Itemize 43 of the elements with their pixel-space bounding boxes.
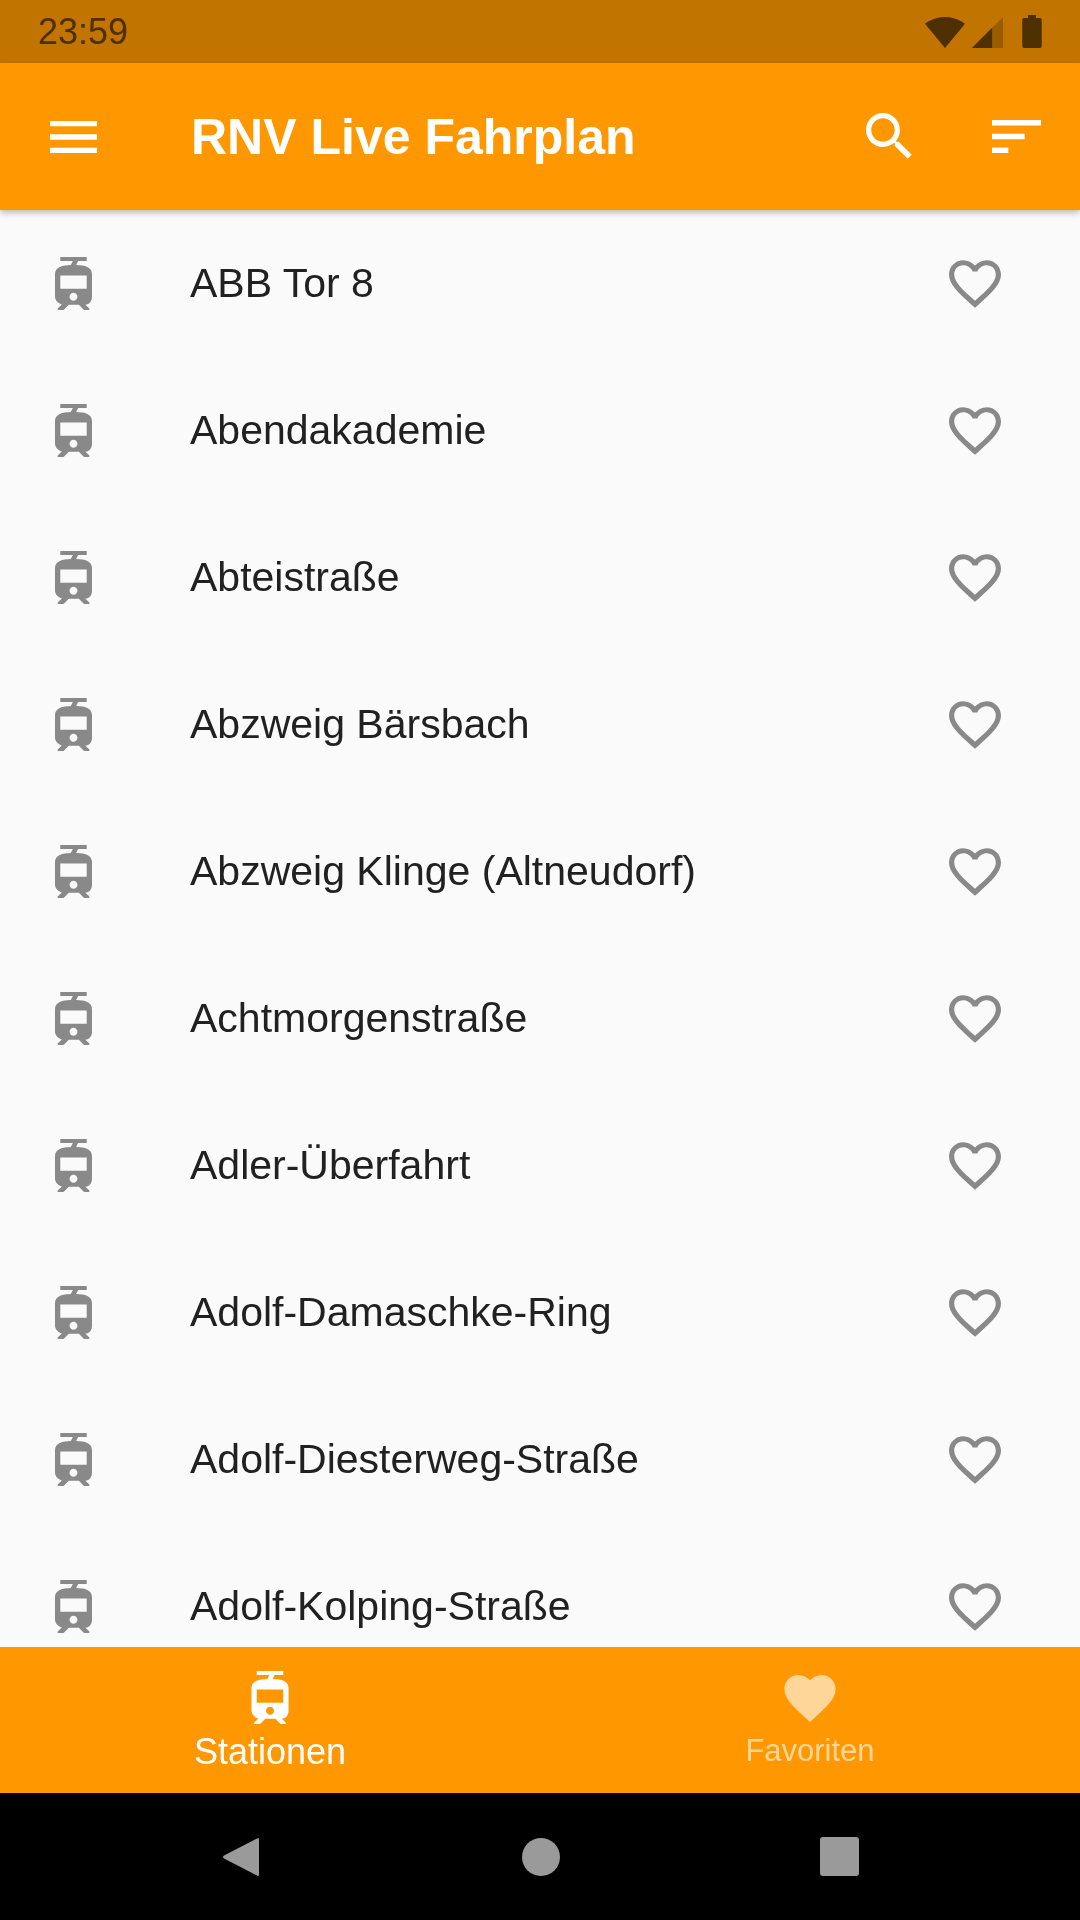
menu-icon[interactable] — [50, 120, 97, 153]
heart-outline-icon[interactable] — [949, 1288, 1001, 1337]
wifi-icon — [925, 16, 965, 48]
search-icon[interactable] — [866, 113, 913, 160]
station-name[interactable]: Adolf-Diesterweg-Straße — [190, 1436, 949, 1483]
tram-icon — [55, 404, 92, 457]
tram-icon — [55, 992, 92, 1045]
station-name[interactable]: Achtmorgenstraße — [190, 995, 949, 1042]
back-icon[interactable] — [221, 1835, 259, 1878]
station-name[interactable]: Adolf-Damaschke-Ring — [190, 1289, 949, 1336]
tram-icon — [55, 551, 92, 604]
tram-icon — [55, 1286, 92, 1339]
station-name[interactable]: Adolf-Kolping-Straße — [190, 1583, 949, 1630]
station-name[interactable]: ABB Tor 8 — [190, 260, 949, 307]
home-icon[interactable] — [521, 1837, 560, 1876]
heart-icon — [783, 1675, 837, 1722]
status-time: 23:59 — [38, 13, 129, 50]
signal-icon — [972, 16, 1003, 48]
heart-outline-icon[interactable] — [949, 994, 1001, 1043]
tram-icon — [55, 845, 92, 898]
station-name[interactable]: Abendakademie — [190, 407, 949, 454]
recents-icon[interactable] — [819, 1837, 859, 1876]
station-name[interactable]: Abteistraße — [190, 554, 949, 601]
station-name[interactable]: Abzweig Klinge (Altneudorf) — [190, 848, 949, 895]
heart-outline-icon[interactable] — [949, 1582, 1001, 1631]
heart-outline-icon[interactable] — [949, 1141, 1001, 1190]
tram-icon — [55, 1433, 92, 1486]
heart-outline-icon[interactable] — [949, 553, 1001, 602]
heart-outline-icon[interactable] — [949, 259, 1001, 308]
sort-icon[interactable] — [992, 120, 1041, 153]
tram-icon — [55, 1580, 92, 1633]
heart-outline-icon[interactable] — [949, 1435, 1001, 1484]
heart-outline-icon[interactable] — [949, 406, 1001, 455]
station-name[interactable]: Adler-Überfahrt — [190, 1142, 949, 1189]
station-name[interactable]: Abzweig Bärsbach — [190, 701, 949, 748]
heart-outline-icon[interactable] — [949, 700, 1001, 749]
tram-icon — [55, 257, 92, 310]
tram-icon — [55, 1139, 92, 1192]
app-title: RNV Live Fahrplan — [191, 107, 636, 166]
tram-icon — [55, 698, 92, 751]
heart-outline-icon[interactable] — [949, 847, 1001, 896]
tram-icon — [250, 1671, 290, 1724]
battery-icon — [1022, 14, 1042, 48]
